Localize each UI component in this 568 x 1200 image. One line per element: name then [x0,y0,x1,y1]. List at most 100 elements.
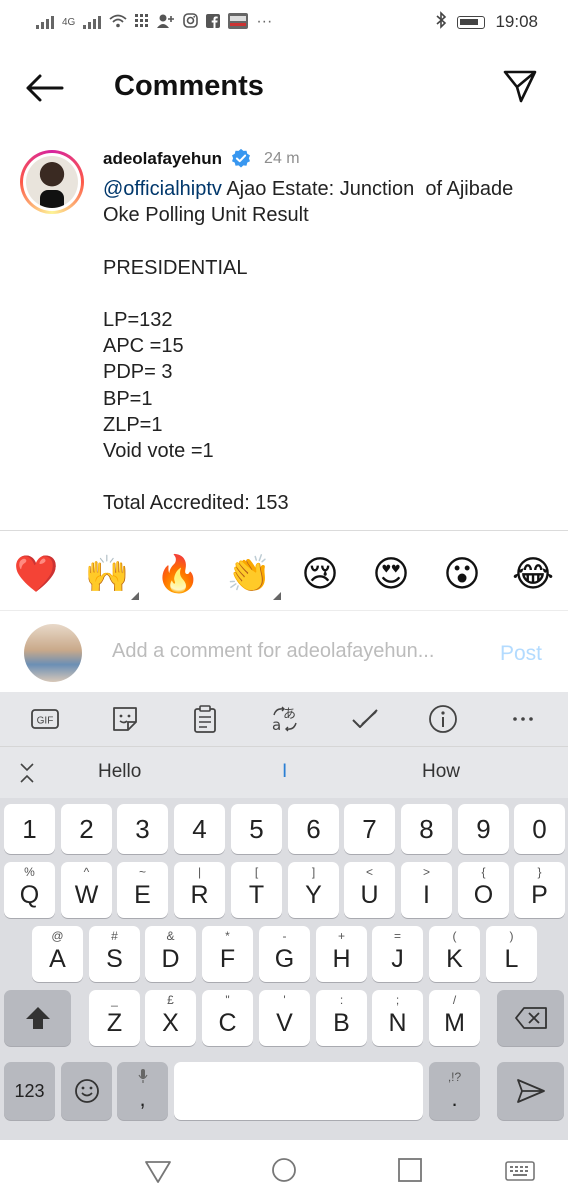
key-b[interactable]: :B [316,990,367,1046]
emoji-heart[interactable]: ❤️ [12,550,60,598]
emoji-raised-hands[interactable]: 🙌 [83,550,139,600]
instagram-icon [183,13,199,31]
sticker-icon[interactable] [108,704,142,734]
key-z[interactable]: _ Z [89,990,140,1046]
translate-icon[interactable]: aあ [268,704,302,734]
comma-key[interactable]: , [117,1062,168,1120]
key-j[interactable]: = J [372,926,423,982]
divider [0,610,568,611]
key-9[interactable]: 9 [458,804,509,854]
more-options-icon[interactable] [506,704,540,734]
caption-line: PDP= 3 [103,361,173,384]
author-avatar[interactable] [20,150,84,214]
key-2[interactable]: 2 [61,804,112,854]
smiley-icon [74,1079,99,1103]
emoji-laughing[interactable]: 😂 [509,550,557,598]
battery-icon [457,15,486,29]
collapse-icon[interactable] [18,761,36,790]
key-y[interactable]: ] Y [288,862,339,918]
check-icon[interactable] [348,704,382,734]
key-l[interactable]: ) L [486,926,537,982]
key-w[interactable]: ^ W [61,862,112,918]
key-q[interactable]: % Q [4,862,55,918]
key-k[interactable]: (K [429,926,480,982]
nav-back-icon[interactable] [142,1154,174,1186]
backspace-icon [514,1007,547,1029]
key-n[interactable]: ; N [372,990,423,1046]
key-1[interactable]: 1 [4,804,55,854]
key-p[interactable]: } P [514,862,565,918]
key-h[interactable]: + H [316,926,367,982]
back-arrow-icon[interactable] [24,72,64,104]
shift-key[interactable] [4,990,71,1046]
emoji-quick-reactions: ❤️ 🙌 🔥 👏 😢 😍 😮 😂 [0,544,568,604]
caption-text: @officialhiptv Ajao Estate: Junction of … [103,176,553,517]
page-title: Comments [114,70,264,102]
direct-message-icon[interactable] [502,68,538,104]
key-3[interactable]: 3 [117,804,168,854]
space-key[interactable] [174,1062,423,1120]
key-i[interactable]: > I [401,862,452,918]
key-g[interactable]: -G [259,926,310,982]
key-6[interactable]: 6 [288,804,339,854]
suggestion-2[interactable]: I [282,761,287,783]
emoji-fire[interactable]: 🔥 [154,550,202,598]
period-key[interactable]: ,!? . [429,1062,480,1120]
symbols-key[interactable]: 123 [4,1062,55,1120]
key-m[interactable]: / M [429,990,480,1046]
key-x[interactable]: £ X [145,990,196,1046]
svg-text:a: a [272,716,281,734]
nav-recents-icon[interactable] [394,1154,426,1186]
info-icon[interactable] [426,704,460,734]
suggestion-1[interactable]: Hello [98,761,141,783]
nav-keyboard-icon[interactable] [504,1154,536,1186]
key-8[interactable]: 8 [401,804,452,854]
key-0[interactable]: 0 [514,804,565,854]
key-a[interactable]: @ A [32,926,83,982]
more-notifications: ··· [256,13,273,30]
add-user-icon [157,14,175,31]
key-e[interactable]: ~ E [117,862,168,918]
author-avatar-photo [26,156,78,208]
key-c[interactable]: " C [202,990,253,1046]
key-o[interactable]: {O [458,862,509,918]
gif-icon[interactable]: GIF [28,704,62,734]
emoji-heart-eyes[interactable]: 😍 [367,550,415,598]
backspace-key[interactable] [497,990,564,1046]
emoji-surprised[interactable]: 😮 [438,550,486,598]
system-navigation-bar [0,1140,568,1200]
caption-line: LP=132 [103,309,173,332]
clipboard-icon[interactable] [188,704,222,734]
status-left: 4G ··· [36,12,273,32]
signal-icon-2 [83,15,102,29]
emoji-crying[interactable]: 😢 [296,550,344,598]
emoji-key[interactable] [61,1062,112,1120]
caption-line: BP=1 [103,387,153,410]
current-user-avatar [24,624,82,682]
app-notification-icon [228,12,249,32]
key-r[interactable]: | R [174,862,225,918]
send-key[interactable] [497,1062,564,1120]
divider [0,530,568,531]
mention-link[interactable]: @officialhiptv [103,178,222,200]
caption-line: Total Accredited: 153 [103,492,289,515]
post-button[interactable]: Post [500,642,542,666]
clock: 19:08 [495,12,538,31]
key-4[interactable]: 4 [174,804,225,854]
key-7[interactable]: 7 [344,804,395,854]
author-username[interactable]: adeolafayehun [103,149,222,169]
comment-input[interactable] [112,640,482,663]
suggestion-3[interactable]: How [422,761,460,783]
key-u[interactable]: < U [344,862,395,918]
nav-home-icon[interactable] [268,1154,300,1186]
facebook-icon [206,13,221,31]
key-5[interactable]: 5 [231,804,282,854]
grid-icon [135,13,149,31]
key-t[interactable]: [T [231,862,282,918]
emoji-clapping[interactable]: 👏 [225,550,281,600]
key-d[interactable]: & D [145,926,196,982]
key-f[interactable]: * F [202,926,253,982]
key-v[interactable]: ' V [259,990,310,1046]
key-s[interactable]: # S [89,926,140,982]
caption-line [103,281,553,307]
